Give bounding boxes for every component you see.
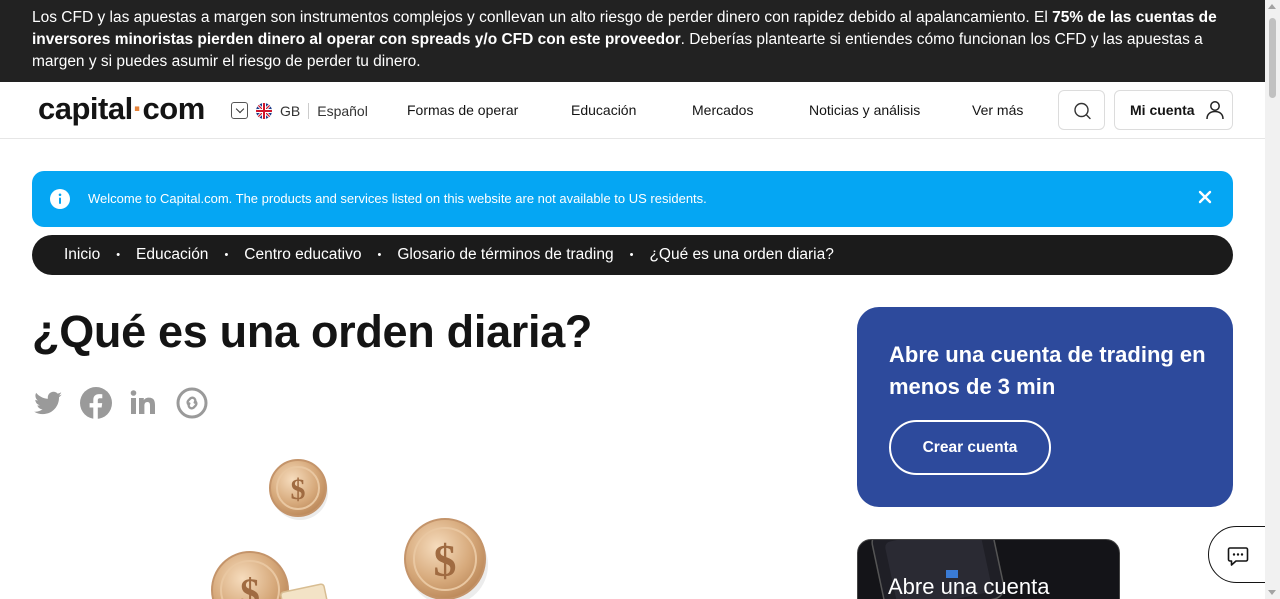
coins-illustration: $ $ $ <box>211 459 488 599</box>
chat-icon <box>1227 547 1249 566</box>
divider <box>308 102 310 119</box>
nav-formas-de-operar[interactable]: Formas de operar <box>407 102 518 118</box>
scroll-up-icon[interactable] <box>1268 4 1276 9</box>
nav-ver-mas[interactable]: Ver más <box>972 102 1023 118</box>
scrollbar-thumb[interactable] <box>1269 18 1276 98</box>
nav-noticias[interactable]: Noticias y análisis <box>809 102 920 118</box>
breadcrumb-separator: • <box>224 249 229 261</box>
promo-card[interactable]: Abre una cuenta <box>857 539 1120 599</box>
account-label: Mi cuenta <box>1130 102 1195 118</box>
svg-text:$: $ <box>434 535 457 586</box>
language-label: Español <box>317 102 368 119</box>
close-icon[interactable] <box>1198 190 1212 204</box>
breadcrumb: Inicio • Educación • Centro educativo • … <box>32 235 1233 275</box>
search-button[interactable] <box>1058 90 1105 130</box>
copy-link-icon[interactable] <box>176 387 208 419</box>
language-selector[interactable]: GB Español <box>231 102 368 119</box>
info-icon <box>50 189 70 209</box>
uk-flag-icon <box>256 102 272 119</box>
search-icon <box>1074 102 1091 120</box>
page-scrollbar[interactable] <box>1265 0 1280 599</box>
breadcrumb-current: ¿Qué es una orden diaria? <box>649 246 834 263</box>
chevron-down-icon <box>231 102 248 119</box>
nav-mercados[interactable]: Mercados <box>692 102 753 118</box>
svg-text:$: $ <box>291 473 306 506</box>
page-title: ¿Qué es una orden diaria? <box>32 306 593 357</box>
breadcrumb-educacion[interactable]: Educación <box>136 246 208 264</box>
us-residents-notice: Welcome to Capital.com. The products and… <box>32 171 1233 227</box>
svg-text:$: $ <box>240 570 260 599</box>
risk-warning-text: Los CFD y las apuestas a margen son inst… <box>32 9 1053 26</box>
region-label: GB <box>280 102 301 119</box>
promo-text: Abre una cuenta <box>888 574 1050 599</box>
create-account-button[interactable]: Crear cuenta <box>889 420 1051 475</box>
capital-logo[interactable]: capital·com <box>38 91 205 127</box>
twitter-icon[interactable] <box>32 387 64 419</box>
signup-card: Abre una cuenta de trading en menos de 3… <box>857 307 1233 507</box>
nav-educacion[interactable]: Educación <box>571 102 636 118</box>
breadcrumb-glosario[interactable]: Glosario de términos de trading <box>397 246 613 264</box>
signup-card-heading: Abre una cuenta de trading en menos de 3… <box>889 342 1206 399</box>
breadcrumb-centro-educativo[interactable]: Centro educativo <box>244 246 361 264</box>
site-header: capital·com GB Español Formas de operar … <box>0 82 1265 139</box>
scroll-down-icon[interactable] <box>1268 590 1276 595</box>
breadcrumb-separator: • <box>629 249 634 261</box>
user-icon <box>1205 101 1224 120</box>
linkedin-icon[interactable] <box>128 387 160 419</box>
notice-text: Welcome to Capital.com. The products and… <box>88 191 707 206</box>
risk-warning-bar: Los CFD y las apuestas a margen son inst… <box>0 0 1265 82</box>
breadcrumb-inicio[interactable]: Inicio <box>64 246 100 264</box>
breadcrumb-separator: • <box>116 249 121 261</box>
breadcrumb-separator: • <box>377 249 382 261</box>
facebook-icon[interactable] <box>80 387 112 419</box>
my-account-button[interactable]: Mi cuenta <box>1114 90 1233 130</box>
